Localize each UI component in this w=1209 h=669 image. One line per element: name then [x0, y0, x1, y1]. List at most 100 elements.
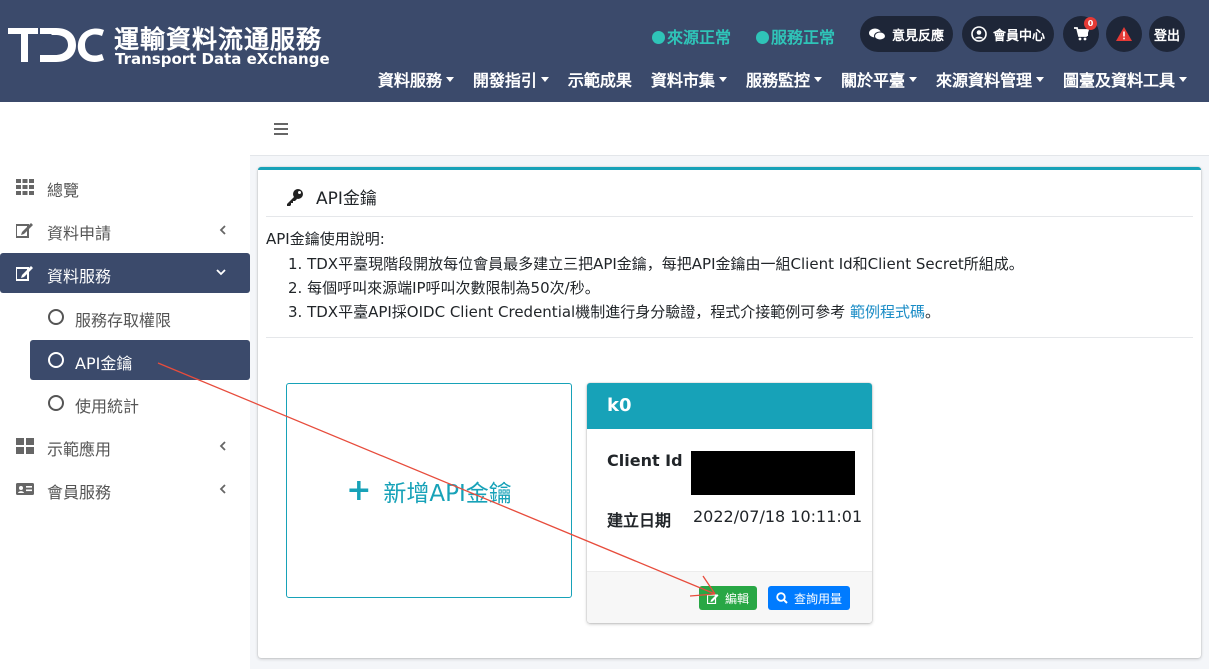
edit-button[interactable]: 編輯	[699, 586, 758, 610]
feedback-label: 意見反應	[891, 28, 944, 44]
sidebar-subitem-label: 使用統計	[75, 397, 140, 416]
query-usage-button[interactable]: 查詢用量	[768, 586, 851, 610]
description-item: 3. TDX平臺API採OIDC Client Credential機制進行身分…	[288, 300, 1024, 324]
alert-button[interactable]	[1106, 16, 1142, 52]
source-status-label: 來源正常	[667, 28, 732, 47]
service-status: 服務正常	[756, 24, 835, 48]
nav-map-tools[interactable]: 圖臺及資料工具	[1063, 67, 1187, 91]
sidebar-item-overview[interactable]: 總覽	[0, 167, 250, 207]
nav-label: 圖臺及資料工具	[1062, 71, 1175, 90]
sidebar-subitem-access-rights[interactable]: 服務存取權限	[30, 297, 250, 337]
circle-icon	[48, 395, 64, 411]
sidebar-item-label: 總覽	[47, 181, 80, 200]
sample-code-link[interactable]: 範例程式碼	[850, 303, 925, 321]
id-card-icon	[16, 483, 34, 495]
nav-demo-results[interactable]: 示範成果	[568, 67, 632, 91]
key-icon	[287, 188, 303, 206]
key-card-footer: 編輯 查詢用量	[587, 571, 872, 623]
nav-label: 資料服務	[377, 71, 442, 90]
sidebar-item-demo-apps[interactable]: 示範應用	[0, 426, 250, 466]
description-title: API金鑰使用說明:	[266, 230, 385, 248]
sidebar-subitem-usage-stats[interactable]: 使用統計	[30, 383, 250, 423]
created-date-label: 建立日期	[607, 511, 672, 530]
client-id-label: Client Id	[607, 451, 683, 470]
hamburger-menu-icon[interactable]	[274, 123, 288, 136]
search-icon	[776, 592, 788, 604]
circle-icon	[48, 352, 64, 368]
sidebar-item-member-services[interactable]: 會員服務	[0, 469, 250, 509]
nav-data-services[interactable]: 資料服務	[378, 67, 454, 91]
sidebar-item-data-application[interactable]: 資料申請	[0, 210, 250, 250]
caret-down-icon	[813, 76, 822, 82]
warning-triangle-icon	[1116, 27, 1132, 41]
sidebar: 總覽 資料申請 資料服務 服務存取權限 API金鑰 使用統計 示範應用 會員服務	[0, 156, 250, 669]
plus-icon: +	[346, 473, 372, 508]
status-dot-icon	[756, 31, 769, 44]
caret-down-icon	[445, 76, 454, 82]
logout-button[interactable]: 登出	[1149, 16, 1185, 52]
brand-subtitle: Transport Data eXchange	[115, 50, 330, 68]
api-key-card: API金鑰 API金鑰使用說明: 1. TDX平臺現階段開放每位會員最多建立三把…	[258, 167, 1201, 658]
service-status-label: 服務正常	[771, 28, 836, 47]
feedback-button[interactable]: 意見反應	[860, 16, 953, 52]
nav-label: 服務監控	[745, 71, 810, 90]
page-title: API金鑰	[286, 184, 377, 209]
cart-button[interactable]: 0	[1063, 16, 1099, 52]
user-circle-icon	[971, 26, 987, 42]
member-center-label: 會員中心	[992, 28, 1045, 44]
edit-icon	[707, 593, 719, 604]
chevron-left-icon	[219, 484, 226, 494]
member-center-button[interactable]: 會員中心	[962, 16, 1054, 52]
key-card-k0: k0 Client Id 建立日期 2022/07/18 10:11:01 編輯…	[587, 383, 872, 623]
nav-label: 關於平臺	[840, 71, 905, 90]
description-item: 2. 每個呼叫來源端IP呼叫次數限制為50次/秒。	[288, 279, 600, 297]
description-list: 1. TDX平臺現階段開放每位會員最多建立三把API金鑰，每把API金鑰由一組C…	[288, 252, 1024, 324]
edit-icon	[16, 223, 33, 238]
nav-label: 示範成果	[567, 71, 632, 90]
caret-down-icon	[718, 76, 727, 82]
description-text: 3. TDX平臺API採OIDC Client Credential機制進行身分…	[288, 303, 850, 321]
add-api-key-button[interactable]: + 新增API金鑰	[286, 383, 572, 598]
sidebar-item-label: 會員服務	[47, 483, 112, 502]
nav-dev-guide[interactable]: 開發指引	[473, 67, 549, 91]
client-id-redacted	[691, 451, 855, 495]
caret-down-icon	[1179, 76, 1187, 82]
content-toolbar	[250, 102, 1209, 156]
logout-label: 登出	[1153, 28, 1180, 44]
status-dot-icon	[652, 31, 665, 44]
key-name: k0	[587, 383, 872, 429]
edit-icon	[16, 266, 33, 281]
divider	[266, 337, 1193, 338]
chevron-left-icon	[219, 225, 226, 235]
nav-data-market[interactable]: 資料市集	[651, 67, 727, 91]
caret-down-icon	[908, 76, 917, 82]
nav-source-data-mgmt[interactable]: 來源資料管理	[936, 67, 1044, 91]
chat-icon	[868, 28, 886, 40]
nav-about[interactable]: 關於平臺	[841, 67, 917, 91]
cart-count-badge: 0	[1084, 17, 1097, 30]
tiles-icon	[16, 438, 34, 454]
chevron-left-icon	[219, 441, 226, 451]
nav-label: 來源資料管理	[935, 71, 1032, 90]
description-item: 1. TDX平臺現階段開放每位會員最多建立三把API金鑰，每把API金鑰由一組C…	[288, 255, 1024, 273]
circle-icon	[48, 309, 64, 325]
caret-down-icon	[1035, 76, 1044, 82]
sidebar-subitem-label: 服務存取權限	[75, 311, 172, 330]
sidebar-item-data-services[interactable]: 資料服務	[0, 253, 250, 293]
sidebar-item-label: 示範應用	[47, 440, 112, 459]
sidebar-subitem-label: API金鑰	[75, 354, 133, 373]
add-api-key-label: 新增API金鑰	[383, 480, 512, 507]
created-date-value: 2022/07/18 10:11:01	[693, 507, 863, 526]
query-usage-label: 查詢用量	[794, 591, 843, 606]
nav-label: 資料市集	[650, 71, 715, 90]
sidebar-subitem-api-key[interactable]: API金鑰	[30, 340, 250, 380]
tdc-logo-icon[interactable]	[8, 22, 108, 68]
divider	[266, 216, 1193, 217]
chevron-down-icon	[216, 269, 226, 276]
sidebar-item-label: 資料服務	[47, 267, 112, 286]
description-text: 。	[925, 303, 941, 321]
sidebar-item-label: 資料申請	[47, 224, 112, 243]
grid-icon	[16, 179, 34, 195]
source-status: 來源正常	[652, 24, 731, 48]
nav-service-monitor[interactable]: 服務監控	[746, 67, 822, 91]
